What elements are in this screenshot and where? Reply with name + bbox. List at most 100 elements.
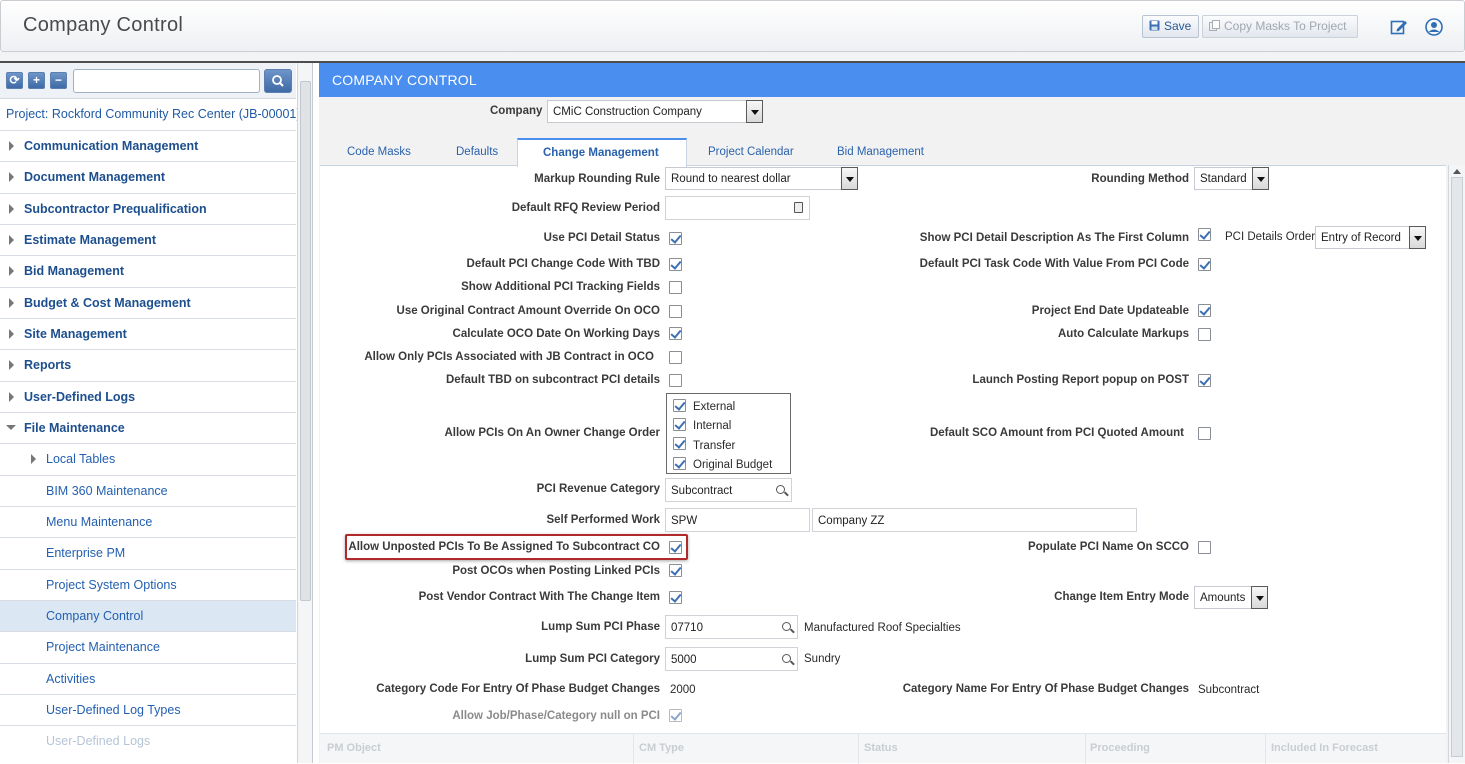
- sidebar-subitem-bim360-maintenance[interactable]: BIM 360 Maintenance: [0, 475, 296, 506]
- calculator-icon[interactable]: [794, 202, 803, 213]
- sidebar-search-button[interactable]: [264, 69, 292, 93]
- sidebar-item-reports[interactable]: Reports: [0, 349, 296, 380]
- show-pci-detail-description-first-checkbox[interactable]: [1198, 228, 1211, 241]
- sidebar-subitem-user-defined-log-types[interactable]: User-Defined Log Types: [0, 694, 296, 725]
- self-performed-work-input[interactable]: SPW: [665, 508, 810, 532]
- pci-revenue-category-value: Subcontract: [671, 485, 733, 497]
- sidebar-item-bid-management[interactable]: Bid Management: [0, 255, 296, 286]
- edit-icon[interactable]: [1390, 18, 1408, 36]
- self-performed-work-description-value: Company ZZ: [818, 515, 885, 527]
- search-icon[interactable]: [782, 622, 791, 631]
- markup-rounding-rule-value: Round to nearest dollar: [671, 173, 791, 185]
- allow-unposted-pcis-checkbox[interactable]: [669, 541, 682, 554]
- sidebar-item-document-management[interactable]: Document Management: [0, 161, 296, 192]
- show-additional-pci-tracking-checkbox[interactable]: [669, 281, 682, 294]
- use-pci-detail-status-checkbox[interactable]: [669, 232, 682, 245]
- save-button[interactable]: Save: [1142, 15, 1199, 38]
- sidebar-subitem-menu-maintenance[interactable]: Menu Maintenance: [0, 506, 296, 537]
- tab-change-management[interactable]: Change Management: [543, 147, 659, 159]
- main-scrollbar[interactable]: [1448, 165, 1465, 763]
- copy-icon: [1209, 20, 1220, 31]
- search-icon[interactable]: [776, 485, 785, 494]
- change-item-entry-mode-select[interactable]: Amounts: [1194, 586, 1268, 609]
- markup-rounding-rule-select[interactable]: Round to nearest dollar: [665, 167, 858, 190]
- chevron-down-icon[interactable]: [746, 100, 763, 123]
- sidebar-project-link[interactable]: Project: Rockford Community Rec Center (…: [6, 107, 301, 121]
- minus-icon[interactable]: −: [50, 72, 67, 89]
- grid-header: PM Object CM Type Status Proceeding Incl…: [320, 733, 1446, 764]
- grid-col-proceeding[interactable]: Proceeding: [1090, 742, 1150, 754]
- post-vendor-contract-checkbox[interactable]: [669, 591, 682, 604]
- sidebar-item-site-management[interactable]: Site Management: [0, 318, 296, 349]
- pci-revenue-category-input[interactable]: Subcontract: [665, 478, 792, 502]
- chevron-down-icon[interactable]: [841, 167, 858, 190]
- sidebar-item-file-maintenance[interactable]: File Maintenance: [0, 412, 296, 443]
- markup-rounding-rule-label: Markup Rounding Rule: [534, 173, 660, 185]
- lump-sum-pci-phase-value: 07710: [671, 622, 703, 634]
- chevron-down-icon[interactable]: [1251, 586, 1268, 609]
- launch-posting-report-checkbox[interactable]: [1198, 374, 1211, 387]
- sidebar-item-label: User-Defined Logs: [46, 734, 151, 748]
- allow-only-pcis-jb-contract-checkbox[interactable]: [669, 351, 682, 364]
- sidebar-scroll-thumb[interactable]: [300, 81, 311, 601]
- sidebar-subitem-activities[interactable]: Activities: [0, 663, 296, 694]
- rounding-method-label: Rounding Method: [1091, 173, 1189, 185]
- tab-content-panel: [320, 165, 1446, 763]
- default-rfq-review-period-input[interactable]: [665, 196, 810, 220]
- sidebar-item-estimate-management[interactable]: Estimate Management: [0, 224, 296, 255]
- sidebar-subitem-local-tables[interactable]: Local Tables: [0, 443, 296, 474]
- default-tbd-subcontract-label: Default TBD on subcontract PCI details: [445, 374, 660, 386]
- lump-sum-pci-phase-input[interactable]: 07710: [665, 615, 798, 639]
- sidebar-subitem-user-defined-logs[interactable]: User-Defined Logs: [0, 725, 296, 756]
- sidebar-subitem-project-maintenance[interactable]: Project Maintenance: [0, 631, 296, 662]
- grid-col-cm-type[interactable]: CM Type: [639, 742, 684, 754]
- user-icon[interactable]: [1425, 18, 1443, 36]
- sidebar-subitem-project-system-options[interactable]: Project System Options: [0, 569, 296, 600]
- use-original-contract-override-checkbox[interactable]: [669, 305, 682, 318]
- grid-col-pm-object[interactable]: PM Object: [327, 742, 381, 754]
- project-end-date-updateable-checkbox[interactable]: [1198, 304, 1211, 317]
- sidebar-item-user-defined-logs[interactable]: User-Defined Logs: [0, 381, 296, 412]
- grid-col-status[interactable]: Status: [864, 742, 898, 754]
- default-pci-change-code-tbd-checkbox[interactable]: [669, 258, 682, 271]
- refresh-icon[interactable]: ⟳: [6, 72, 23, 89]
- default-sco-amount-checkbox[interactable]: [1198, 427, 1211, 440]
- tab-defaults[interactable]: Defaults: [456, 146, 498, 158]
- category-name-phase-budget-value: Subcontract: [1198, 684, 1260, 696]
- tab-bid-management[interactable]: Bid Management: [837, 146, 924, 158]
- tab-project-calendar[interactable]: Project Calendar: [708, 146, 794, 158]
- sidebar-item-budget-cost-management[interactable]: Budget & Cost Management: [0, 287, 296, 318]
- grid-col-separator: [1085, 734, 1086, 764]
- auto-calculate-markups-checkbox[interactable]: [1198, 328, 1211, 341]
- search-icon[interactable]: [782, 654, 791, 663]
- default-pci-task-code-checkbox[interactable]: [1198, 258, 1211, 271]
- chevron-down-icon[interactable]: [1252, 167, 1269, 190]
- sidebar-scrollbar[interactable]: [297, 63, 312, 763]
- plus-icon[interactable]: +: [28, 72, 45, 89]
- main-scroll-thumb[interactable]: [1451, 177, 1463, 757]
- calculate-oco-date-checkbox[interactable]: [669, 327, 682, 340]
- internal-checkbox[interactable]: [673, 418, 686, 431]
- scroll-up-icon[interactable]: [1453, 169, 1461, 174]
- sidebar-item-subcontractor-prequalification[interactable]: Subcontractor Prequalification: [0, 193, 296, 224]
- sidebar-search-input[interactable]: [73, 69, 260, 93]
- transfer-label: Transfer: [693, 440, 736, 452]
- pci-details-order-select[interactable]: Entry of Record: [1315, 226, 1426, 249]
- company-select[interactable]: CMiC Construction Company: [547, 100, 763, 123]
- lump-sum-pci-category-input[interactable]: 5000: [665, 647, 798, 671]
- populate-pci-name-scco-checkbox[interactable]: [1198, 541, 1211, 554]
- tab-code-masks[interactable]: Code Masks: [347, 146, 411, 158]
- original-budget-checkbox[interactable]: [673, 457, 686, 470]
- default-tbd-subcontract-checkbox[interactable]: [669, 374, 682, 387]
- sidebar-subitem-enterprise-pm[interactable]: Enterprise PM: [0, 537, 296, 568]
- post-ocos-linked-checkbox[interactable]: [669, 564, 682, 577]
- chevron-down-icon[interactable]: [1409, 226, 1426, 249]
- external-checkbox[interactable]: [673, 399, 686, 412]
- allow-null-jpc-checkbox[interactable]: [669, 709, 682, 722]
- grid-col-included-in-forecast[interactable]: Included In Forecast: [1271, 742, 1378, 754]
- sidebar-subitem-company-control[interactable]: Company Control: [0, 600, 296, 631]
- copy-masks-button[interactable]: Copy Masks To Project: [1202, 15, 1358, 38]
- sidebar-item-communication-management[interactable]: Communication Management: [0, 130, 296, 161]
- transfer-checkbox[interactable]: [673, 437, 686, 450]
- rounding-method-select[interactable]: Standard: [1194, 167, 1269, 190]
